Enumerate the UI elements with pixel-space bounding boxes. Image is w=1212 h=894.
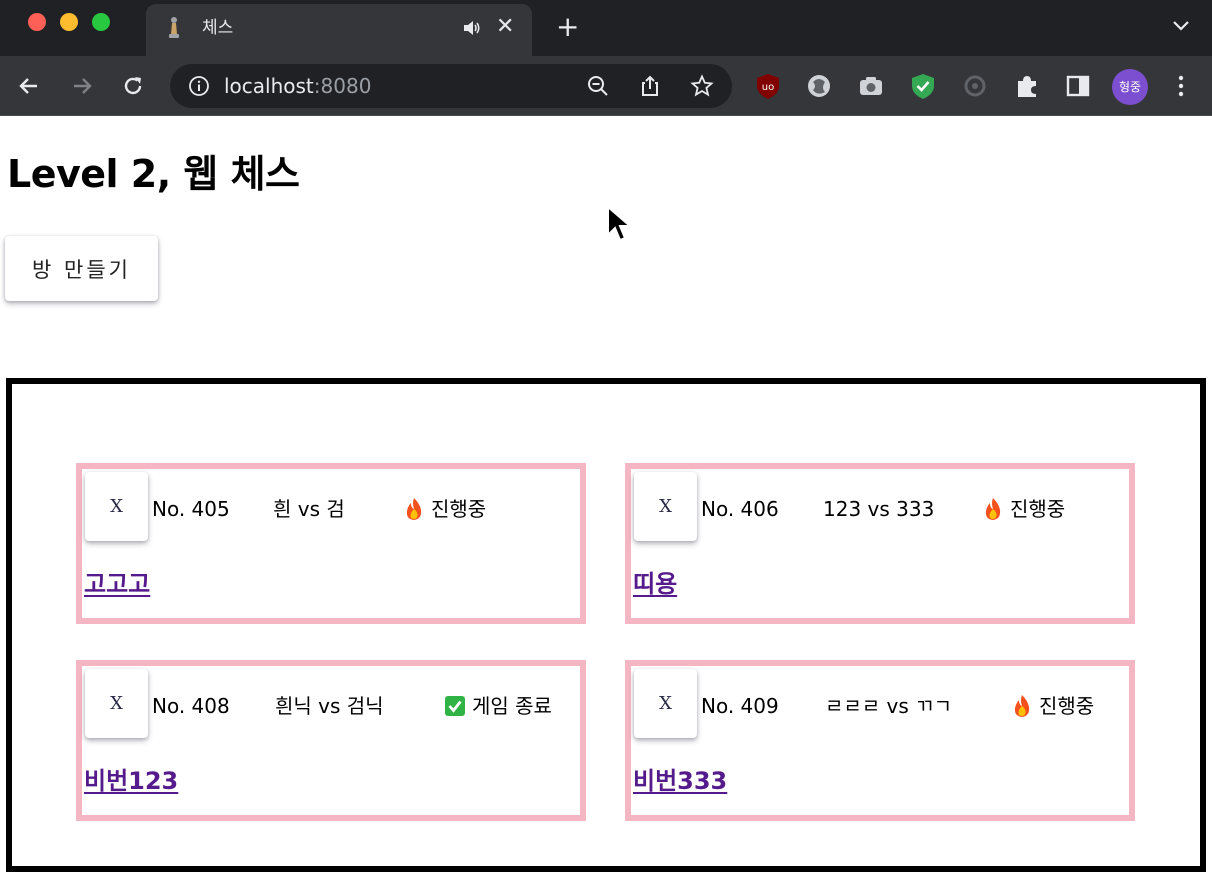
profile-avatar[interactable]: 형중 bbox=[1112, 69, 1148, 105]
bookmark-star-icon[interactable] bbox=[690, 74, 714, 98]
zoom-out-icon[interactable] bbox=[586, 74, 610, 98]
chevron-down-icon[interactable] bbox=[1172, 18, 1190, 32]
create-room-button[interactable]: 방 만들기 bbox=[5, 236, 158, 301]
room-name-link[interactable]: 비번123 bbox=[84, 766, 178, 796]
fire-icon bbox=[1014, 695, 1030, 717]
page-content: Level 2, 웹 체스 방 만들기 X No. 405 흰 vs 검 진행중… bbox=[0, 116, 1212, 894]
zoom-window-button[interactable] bbox=[92, 13, 110, 31]
room-number: No. 408 bbox=[152, 694, 230, 718]
minimize-window-button[interactable] bbox=[60, 13, 78, 31]
room-card: X No. 405 흰 vs 검 진행중 고고고 bbox=[76, 463, 586, 624]
room-number: No. 406 bbox=[701, 497, 779, 521]
room-card: X No. 409 ㄹㄹㄹ vs ㄲㄱ 진행중 비번333 bbox=[625, 660, 1135, 821]
address-bar[interactable]: localhost:8080 bbox=[170, 64, 732, 108]
delete-room-button[interactable]: X bbox=[634, 669, 697, 738]
close-window-button[interactable] bbox=[28, 13, 46, 31]
info-icon[interactable] bbox=[188, 75, 210, 97]
svg-text:uo: uo bbox=[762, 82, 774, 93]
room-players: ㄹㄹㄹ vs ㄲㄱ bbox=[825, 694, 952, 718]
side-panel-icon[interactable] bbox=[1064, 72, 1092, 100]
puzzle-icon[interactable] bbox=[1013, 72, 1041, 100]
room-players: 123 vs 333 bbox=[823, 497, 935, 521]
shield-check-icon[interactable] bbox=[909, 72, 937, 100]
chess-piece-icon bbox=[169, 17, 179, 38]
room-status: 게임 종료 bbox=[444, 693, 552, 719]
room-card: X No. 406 123 vs 333 진행중 띠용 bbox=[625, 463, 1135, 624]
room-players: 흰 vs 검 bbox=[273, 497, 345, 521]
room-status: 진행중 bbox=[982, 496, 1065, 522]
more-menu-icon[interactable] bbox=[1174, 74, 1188, 98]
extension-icon[interactable] bbox=[805, 72, 833, 100]
fire-icon bbox=[985, 498, 1001, 520]
browser-tab[interactable]: 체스 ✕ bbox=[146, 4, 532, 56]
browser-toolbar: localhost:8080 uo 형중 bbox=[0, 56, 1212, 116]
room-card: X No. 408 흰닉 vs 검닉 게임 종료 비번123 bbox=[76, 660, 586, 821]
url-port: :8080 bbox=[313, 74, 372, 98]
fire-icon bbox=[406, 498, 422, 520]
reload-icon[interactable] bbox=[121, 74, 145, 98]
room-list: X No. 405 흰 vs 검 진행중 고고고 X No. 406 123 v… bbox=[6, 378, 1206, 872]
check-icon bbox=[445, 696, 465, 716]
new-tab-icon[interactable]: + bbox=[556, 12, 579, 42]
room-status-text: 진행중 bbox=[431, 497, 487, 521]
browser-titlebar: 체스 ✕ + bbox=[0, 0, 1212, 56]
room-name-link[interactable]: 고고고 bbox=[84, 569, 150, 599]
share-icon[interactable] bbox=[638, 74, 662, 98]
room-name-link[interactable]: 띠용 bbox=[633, 569, 677, 599]
url-host: localhost bbox=[224, 74, 314, 98]
page-title: Level 2, 웹 체스 bbox=[7, 152, 300, 196]
tab-title: 체스 bbox=[202, 18, 234, 38]
room-status-text: 게임 종료 bbox=[472, 694, 552, 718]
room-status-text: 진행중 bbox=[1010, 497, 1066, 521]
camera-icon[interactable] bbox=[857, 72, 885, 100]
sync-icon[interactable] bbox=[961, 72, 989, 100]
room-players: 흰닉 vs 검닉 bbox=[275, 694, 384, 718]
room-status-text: 진행중 bbox=[1039, 694, 1095, 718]
delete-room-button[interactable]: X bbox=[85, 669, 148, 738]
speaker-icon[interactable] bbox=[462, 19, 482, 37]
room-number: No. 409 bbox=[701, 694, 779, 718]
url-text: localhost:8080 bbox=[224, 74, 371, 98]
delete-room-button[interactable]: X bbox=[85, 472, 148, 541]
room-number: No. 405 bbox=[152, 497, 230, 521]
back-arrow-icon[interactable] bbox=[17, 74, 41, 98]
forward-arrow-icon[interactable] bbox=[70, 74, 94, 98]
room-status: 진행중 bbox=[1011, 693, 1094, 719]
room-name-link[interactable]: 비번333 bbox=[633, 766, 727, 796]
room-status: 진행중 bbox=[403, 496, 486, 522]
delete-room-button[interactable]: X bbox=[634, 472, 697, 541]
close-tab-icon[interactable]: ✕ bbox=[496, 15, 514, 39]
ublock-extension-icon[interactable]: uo bbox=[754, 72, 782, 100]
